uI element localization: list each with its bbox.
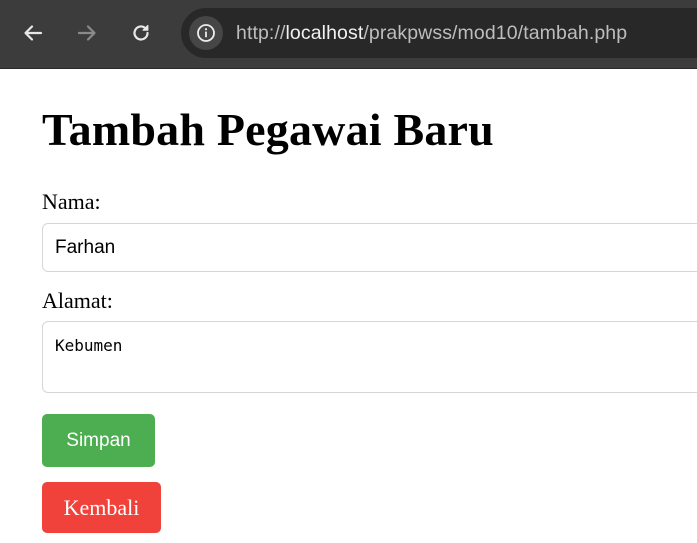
- address-bar[interactable]: http://localhost/prakpwss/mod10/tambah.p…: [181, 8, 697, 58]
- browser-toolbar: http://localhost/prakpwss/mod10/tambah.p…: [0, 0, 697, 69]
- arrow-left-icon: [24, 25, 43, 41]
- nama-input[interactable]: [42, 223, 697, 272]
- forward-button[interactable]: [68, 14, 106, 52]
- site-info-button[interactable]: [189, 16, 223, 50]
- back-button[interactable]: [14, 14, 52, 52]
- url-text[interactable]: http://localhost/prakpwss/mod10/tambah.p…: [236, 22, 627, 45]
- alamat-textarea[interactable]: Kebumen: [42, 321, 697, 393]
- url-prefix: http://: [236, 21, 286, 44]
- page-title: Tambah Pegawai Baru: [42, 104, 494, 155]
- nama-label: Nama:: [42, 189, 101, 214]
- info-icon: [197, 24, 215, 42]
- page-content: Tambah Pegawai Baru Nama: Alamat: Kebume…: [42, 69, 697, 533]
- save-button[interactable]: Simpan: [42, 414, 155, 467]
- alamat-label: Alamat:: [42, 288, 113, 313]
- arrow-right-icon: [77, 25, 96, 41]
- url-path: /prakpwss/mod10/tambah.php: [363, 21, 628, 44]
- url-host: localhost: [285, 21, 364, 44]
- reload-icon: [133, 24, 149, 41]
- back-link-button[interactable]: Kembali: [42, 482, 161, 533]
- reload-button[interactable]: [122, 14, 160, 52]
